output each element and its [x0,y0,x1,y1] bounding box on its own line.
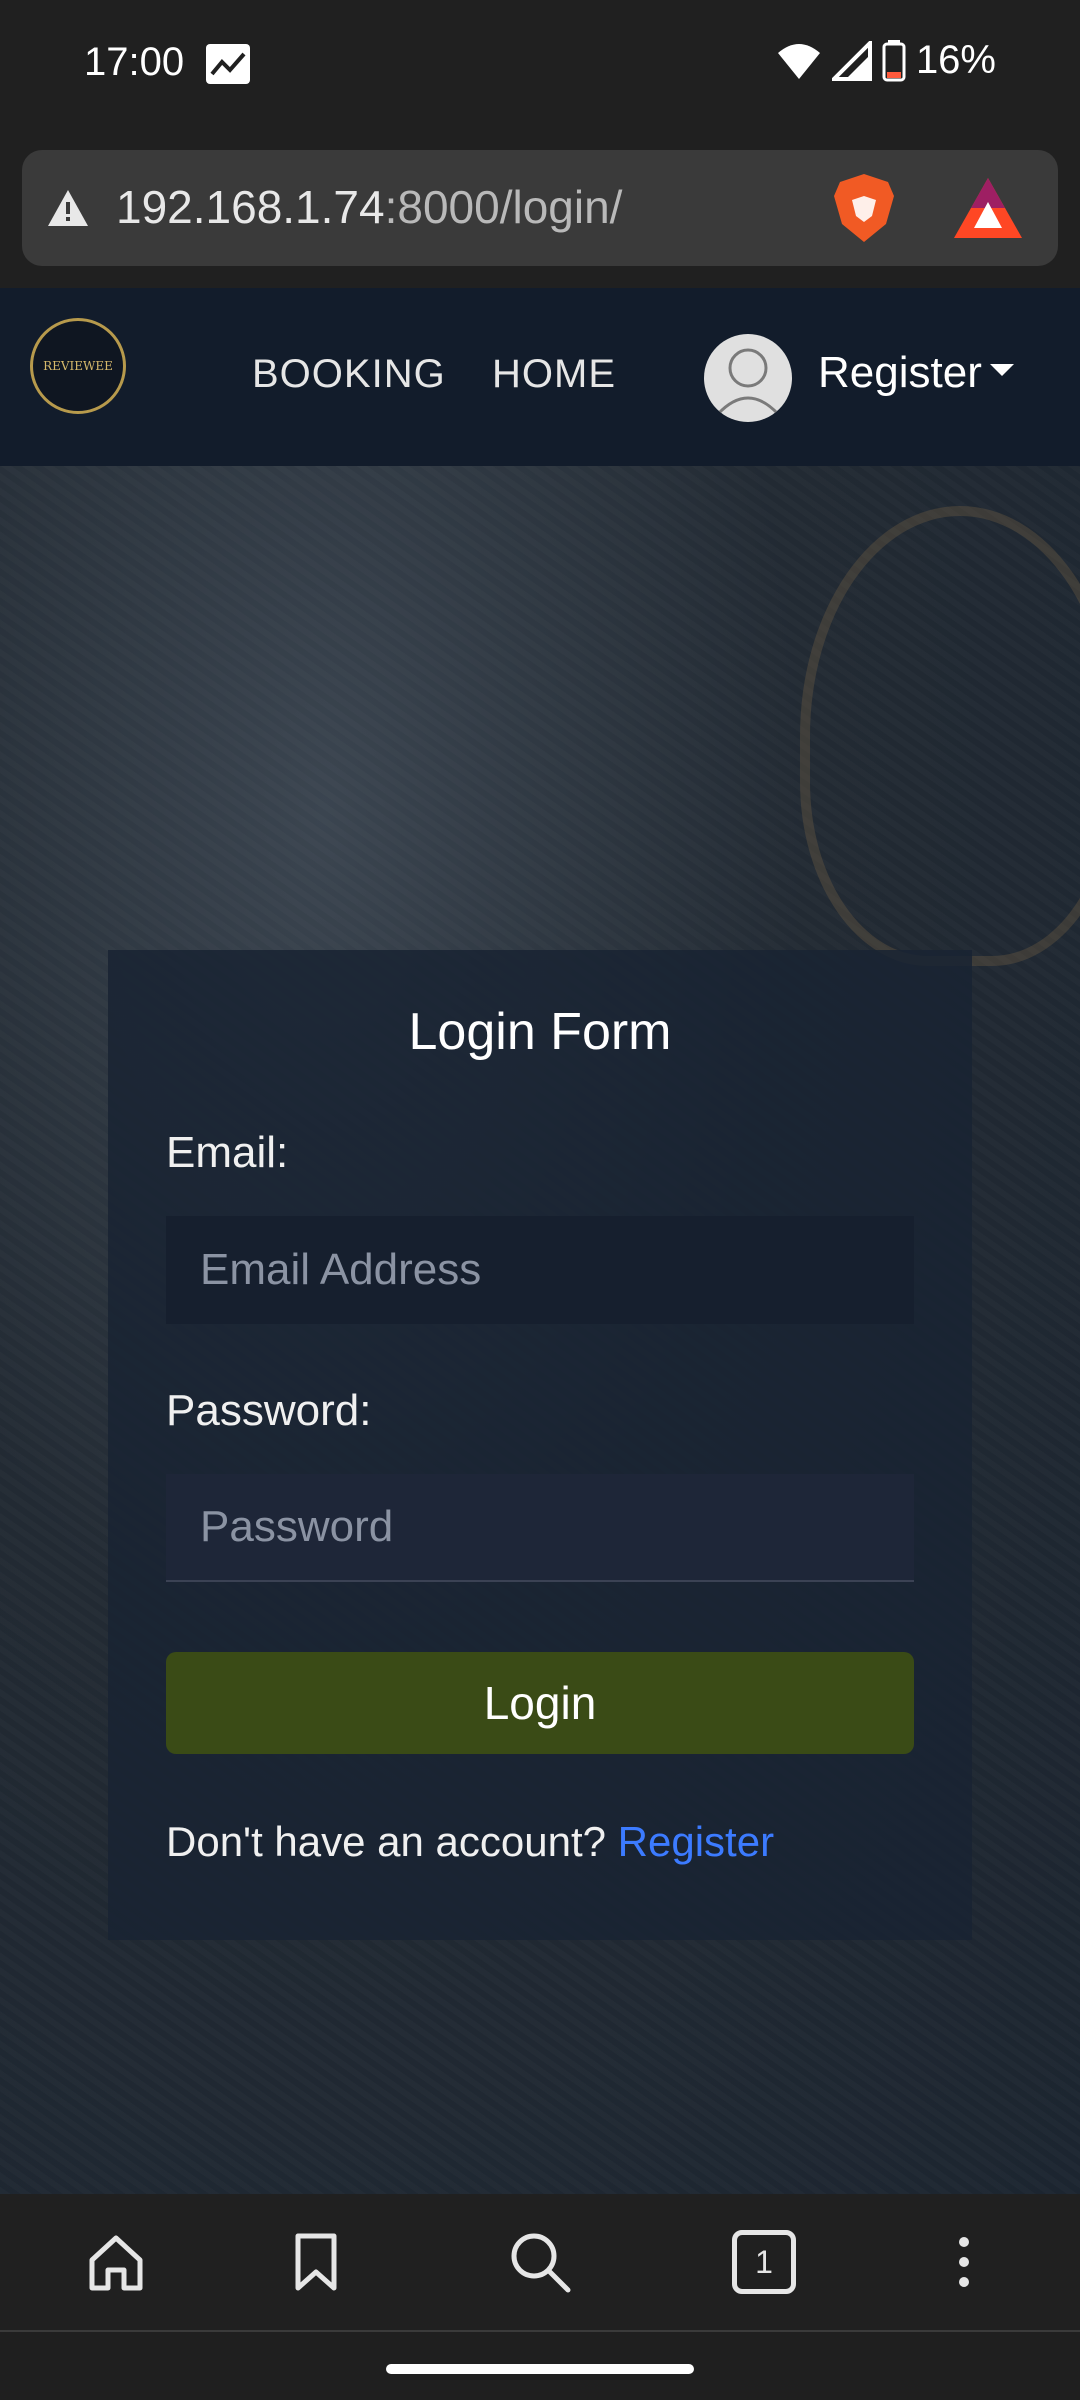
bat-rewards-icon[interactable] [952,172,1024,244]
home-icon[interactable] [84,2230,148,2294]
login-card: Login Form Email: Password: Login Don't … [108,950,972,1940]
browser-toolbar: 192.168.1.74:8000/login/ [0,130,1080,288]
nav-home-link[interactable]: HOME [492,352,616,397]
tab-count: 1 [755,2243,773,2280]
url-host: 192.168.1.74 [116,181,385,233]
email-field[interactable] [166,1216,914,1324]
url-path: :8000/login/ [384,181,623,233]
gesture-area [0,2330,1080,2400]
logo-text: REVIEWEE [43,359,113,373]
more-icon[interactable] [932,2230,996,2294]
browser-bottom-bar: 1 [0,2194,1080,2330]
wifi-icon [777,43,820,79]
login-button[interactable]: Login [166,1652,914,1754]
status-indicators: 16% [776,38,996,83]
signup-text: Don't have an account? [166,1818,606,1865]
image-notification-icon [206,44,250,84]
chevron-down-icon[interactable] [990,364,1014,376]
status-time: 17:00 [84,40,185,84]
register-link[interactable]: Register [618,1818,774,1865]
address-bar[interactable]: 192.168.1.74:8000/login/ [22,150,1058,266]
battery-percentage: 16% [915,38,996,82]
email-label: Email: [166,1128,289,1177]
url-text[interactable]: 192.168.1.74:8000/login/ [116,180,622,234]
nav-booking-link[interactable]: BOOKING [252,352,446,397]
bookmark-icon[interactable] [284,2230,348,2294]
password-field[interactable] [166,1474,914,1582]
tabs-icon[interactable]: 1 [732,2230,796,2294]
login-form-title: Login Form [408,1003,672,1061]
site-navbar: REVIEWEE BOOKING HOME Register [0,288,1080,466]
register-dropdown[interactable]: Register [818,348,982,398]
battery-icon [882,39,906,81]
password-label: Password: [166,1386,372,1435]
brave-lion-icon[interactable] [828,172,900,244]
user-avatar-icon[interactable] [704,334,792,422]
signup-prompt: Don't have an account? Register [166,1818,774,1866]
gesture-bar[interactable] [386,2364,694,2374]
status-bar: 17:00 16% [0,0,1080,130]
warning-icon[interactable] [46,188,90,228]
signal-icon [831,40,872,81]
search-icon[interactable] [508,2230,572,2294]
site-logo[interactable]: REVIEWEE [30,318,126,414]
